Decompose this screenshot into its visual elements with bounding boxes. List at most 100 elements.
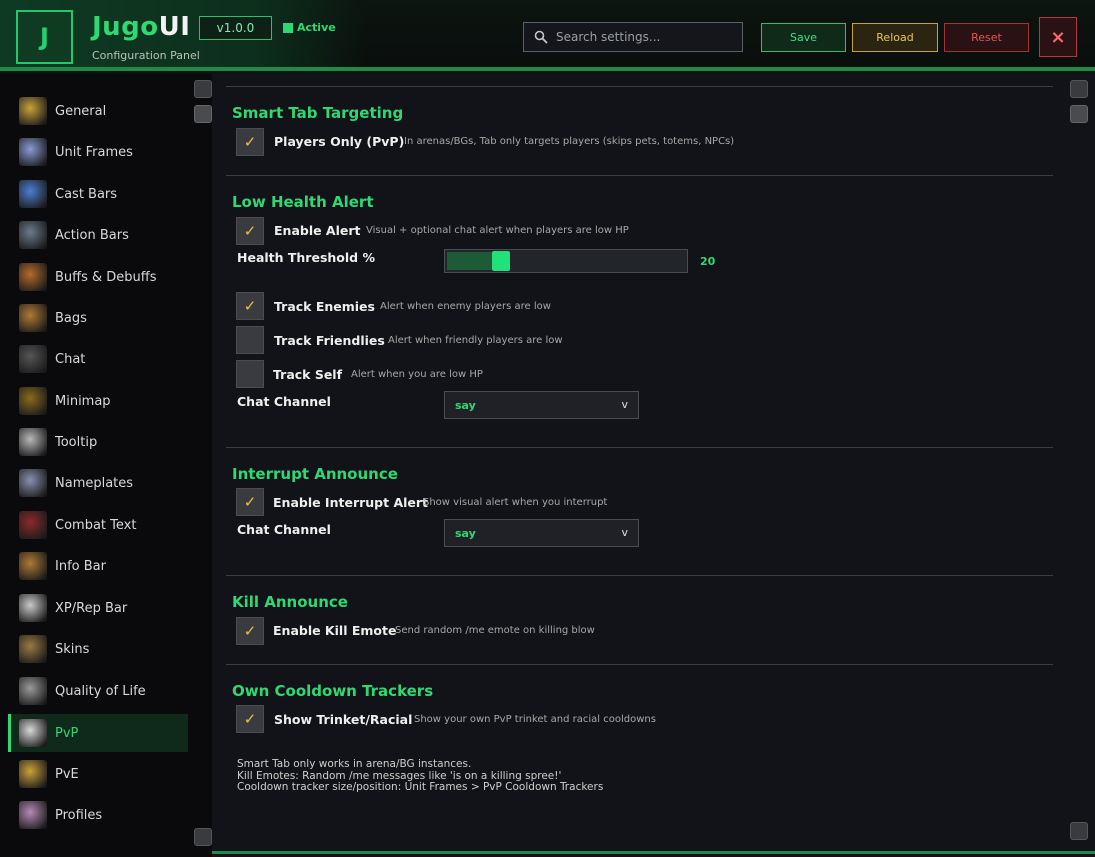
checkbox-track-enemies[interactable]: ✓ [236,292,264,320]
main-scroll-down-icon[interactable] [1070,822,1088,840]
sword-icon [19,221,47,249]
chevron-down-icon: v [621,398,628,411]
sidebar-item-quality-of-life[interactable]: Quality of Life [8,672,188,710]
sidebar-item-pve[interactable]: PvE [8,755,188,793]
checkbox-enable-kill-emote[interactable]: ✓ [236,617,264,645]
lightning-icon [19,180,47,208]
option-label-enable-interrupt: Enable Interrupt Alert [273,495,429,510]
interrupt-channel-select[interactable]: say v [444,519,639,547]
health-threshold-slider[interactable] [444,249,688,273]
interrupt-channel-label: Chat Channel [237,522,331,537]
bag-icon [19,304,47,332]
option-label-enable-alert: Enable Alert [274,223,361,238]
sidebar-item-label: Nameplates [55,475,134,491]
sidebar-item-label: Quality of Life [55,683,146,699]
sidebar-item-minimap[interactable]: Minimap [8,382,188,420]
option-label-track-self: Track Self [273,367,343,382]
sidebar-item-info-bar[interactable]: Info Bar [8,547,188,585]
save-button[interactable]: Save [761,23,846,52]
sidebar-item-chat[interactable]: Chat [8,340,188,378]
gear-icon [19,97,47,125]
sidebar-item-skins[interactable]: Skins [8,630,188,668]
sidebar-item-nameplates[interactable]: Nameplates [8,464,188,502]
option-desc-track-enemies: Alert when enemy players are low [380,301,551,312]
bottom-divider [212,851,1095,854]
profile-icon [19,801,47,829]
option-label-enable-kill-emote: Enable Kill Emote [273,623,397,638]
health-threshold-value: 20 [700,255,716,268]
checkbox-track-friendlies[interactable] [236,326,264,354]
search-input[interactable] [556,30,736,44]
check-icon: ✓ [243,622,257,640]
sidebar-item-general[interactable]: General [8,92,188,130]
sidebar-item-cast-bars[interactable]: Cast Bars [8,175,188,213]
sparkle-icon [19,138,47,166]
reset-button[interactable]: Reset [944,23,1029,52]
quill-icon [19,552,47,580]
select-value: say [455,527,476,540]
check-icon: ✓ [243,493,257,511]
version-badge: v1.0.0 [199,16,272,40]
sidebar-item-buffs-debuffs[interactable]: Buffs & Debuffs [8,258,188,296]
status-badge: Active [297,21,336,34]
book-icon [19,635,47,663]
sidebar-item-bags[interactable]: Bags [8,299,188,337]
divider [226,175,1053,176]
footnote: Cooldown tracker size/position: Unit Fra… [237,781,604,793]
main-panel: Smart Tab Targeting ✓ Players Only (PvP)… [212,74,1095,857]
reload-button[interactable]: Reload [852,23,938,52]
sidebar-item-label: Skins [55,641,90,657]
shield-icon [19,263,47,291]
checkbox-show-trinket[interactable]: ✓ [236,705,264,733]
arrow-icon [19,469,47,497]
chat-channel-select[interactable]: say v [444,391,639,419]
sidebar-item-profiles[interactable]: Profiles [8,796,188,834]
main-scroll-up-icon[interactable] [1070,80,1088,98]
sidebar-item-tooltip[interactable]: Tooltip [8,423,188,461]
sidebar-item-pvp[interactable]: PvP [8,714,188,752]
search-box[interactable] [523,22,743,52]
search-icon [534,30,548,44]
sidebar-item-label: Tooltip [55,434,98,450]
slider-handle[interactable] [492,251,510,271]
sidebar-item-unit-frames[interactable]: Unit Frames [8,133,188,171]
option-desc-players-only: In arenas/BGs, Tab only targets players … [404,136,735,147]
option-label-show-trinket: Show Trinket/Racial [274,712,413,727]
option-label-track-enemies: Track Enemies [274,299,375,314]
sidebar-item-action-bars[interactable]: Action Bars [8,216,188,254]
footnote: Smart Tab only works in arena/BG instanc… [237,758,472,770]
sidebar-item-label: PvP [55,725,79,741]
logo-letter: J [40,23,49,51]
option-desc-show-trinket: Show your own PvP trinket and racial coo… [414,714,656,725]
sidebar-item-combat-text[interactable]: Combat Text [8,506,188,544]
close-button[interactable]: × [1039,17,1077,57]
sidebar-scroll-down-icon[interactable] [194,828,212,846]
sidebar-item-xp-rep-bar[interactable]: XP/Rep Bar [8,589,188,627]
checkbox-track-self[interactable] [236,360,264,388]
divider [226,664,1053,665]
checkbox-players-only[interactable]: ✓ [236,128,264,156]
checkbox-enable-alert[interactable]: ✓ [236,217,264,245]
section-title-low-health: Low Health Alert [232,193,374,211]
sidebar-item-label: Unit Frames [55,144,133,160]
option-label-track-friendlies: Track Friendlies [274,333,385,348]
main-scrollbar-thumb[interactable] [1070,105,1088,123]
select-value: say [455,399,476,412]
app-subtitle: Configuration Panel [92,49,200,62]
sidebar-scrollbar-thumb[interactable] [194,105,212,123]
sidebar-scroll-up-icon[interactable] [194,80,212,98]
health-threshold-label: Health Threshold % [237,250,375,265]
sidebar-item-label: Minimap [55,393,111,409]
crossed-swords-icon [19,719,47,747]
cog-icon [19,677,47,705]
chevron-down-icon: v [621,526,628,539]
checkbox-enable-interrupt[interactable]: ✓ [236,488,264,516]
check-icon: ✓ [243,297,257,315]
sidebar-item-label: Buffs & Debuffs [55,269,157,285]
sidebar-item-label: Info Bar [55,558,106,574]
option-desc-track-self: Alert when you are low HP [351,369,483,380]
section-title-kill: Kill Announce [232,593,348,611]
option-desc-enable-interrupt: Show visual alert when you interrupt [423,497,608,508]
check-icon: ✓ [243,222,257,240]
app-title-part1: Jugo [92,12,159,42]
